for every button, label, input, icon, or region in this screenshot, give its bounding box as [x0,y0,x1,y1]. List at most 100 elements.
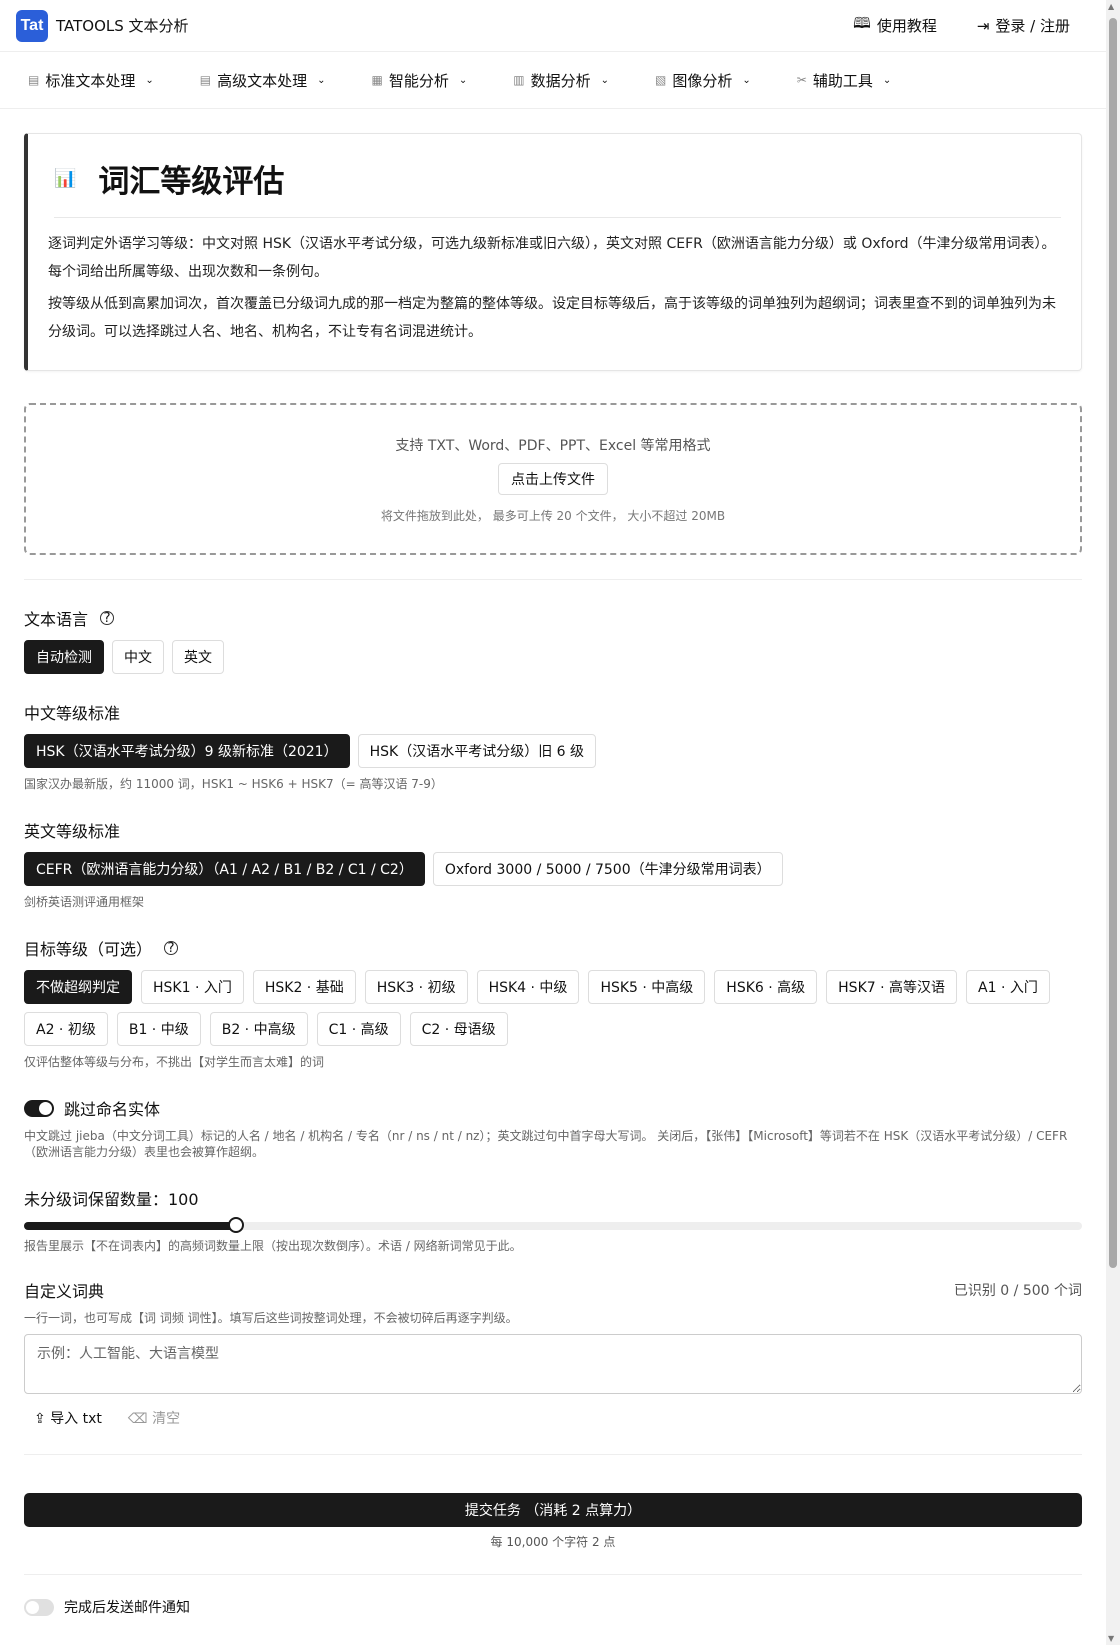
document-icon: ▤ [28,73,40,87]
zh-standard-option-hsk6[interactable]: HSK（汉语水平考试分级）旧 6 级 [357,734,596,768]
dict-header: 自定义词典 已识别 0 / 500 个词 [24,1278,1082,1302]
target-option[interactable]: 不做超纲判定 [24,970,132,1004]
upload-button[interactable]: 点击上传文件 [498,462,608,495]
intro-card: 📊 词汇等级评估 逐词判定外语学习等级：中文对照 HSK（汉语水平考试分级，可选… [24,133,1082,371]
zh-standard-option-hsk9[interactable]: HSK（汉语水平考试分级）9 级新标准（2021） [24,734,350,768]
en-standard-option-oxford[interactable]: Oxford 3000 / 5000 / 7500（牛津分级常用词表） [432,852,783,886]
language-option-zh[interactable]: 中文 [112,640,164,674]
chevron-down-icon: ⌄ [882,74,892,86]
mail-label: 完成后发送邮件通知 [64,1600,190,1616]
dict-actions: ⇪ 导入 txt ⌫ 清空 [34,1408,1082,1428]
language-option-auto[interactable]: 自动检测 [24,640,104,674]
intro-header: 📊 词汇等级评估 [54,156,1061,218]
mail-toggle[interactable] [24,1598,54,1616]
upload-hint: 将文件拖放到此处， 最多可上传 20 个文件， 大小不超过 20MB [380,508,726,523]
intro-paragraph-1: 逐词判定外语学习等级：中文对照 HSK（汉语水平考试分级，可选九级新标准或旧六级… [48,236,1056,280]
nav-tools[interactable]: ✂ 辅助工具 ⌄ [797,70,891,91]
book-icon: 🕮 [853,14,871,32]
nav-advanced-text[interactable]: ▤ 高级文本处理 ⌄ [200,70,326,91]
target-help: 仅评估整体等级与分布，不挑出【对学生而言太难】的词 [24,1055,325,1069]
submit-button[interactable]: 提交任务 （消耗 2 点算力） [24,1493,1082,1527]
target-option[interactable]: B1 · 中级 [116,1012,201,1046]
intro-paragraph-2: 按等级从低到高累加词次，首次覆盖已分级词九成的那一档定为整篇的整体等级。设定目标… [48,296,1056,340]
clear-button[interactable]: ⌫ 清空 [128,1408,180,1428]
target-option[interactable]: A2 · 初级 [24,1012,108,1046]
target-options: 不做超纲判定 HSK1 · 入门 HSK2 · 基础 HSK3 · 初级 HSK… [24,970,1082,1046]
language-option-en[interactable]: 英文 [172,640,224,674]
nav-label: 智能分析 [388,71,449,90]
target-option[interactable]: HSK7 · 高等汉语 [826,970,958,1004]
target-option[interactable]: HSK4 · 中级 [476,970,580,1004]
scroll-thumb[interactable] [1109,18,1117,1268]
divider [24,579,1082,580]
import-label: 导入 txt [50,1411,102,1427]
scroll-up-icon[interactable]: ▲ [1108,2,1114,11]
image-icon: ▧ [655,73,667,87]
tools-icon: ✂ [796,73,807,87]
clear-label: 清空 [152,1411,181,1427]
upload-icon: ⇪ [34,1411,46,1427]
target-option[interactable]: HSK5 · 中高级 [588,970,706,1004]
scroll-down-icon[interactable]: ▼ [1108,1634,1114,1643]
target-option[interactable]: B2 · 中高级 [209,1012,308,1046]
en-standard-option-cefr[interactable]: CEFR（欧洲语言能力分级）（A1 / A2 / B1 / B2 / C1 / … [24,852,425,886]
logo[interactable]: Tat [16,9,48,42]
target-option[interactable]: HSK2 · 基础 [252,970,356,1004]
help-icon[interactable]: ? [164,941,179,956]
en-standard-label: 英文等级标准 [24,822,121,841]
chevron-down-icon: ⌄ [458,74,468,86]
nav-label: 辅助工具 [812,71,873,90]
mail-toggle-row: 完成后发送邮件通知 [24,1597,1082,1617]
dict-label: 自定义词典 [24,1282,105,1301]
nav-smart-analysis[interactable]: ▦ 智能分析 ⌄ [372,70,468,91]
brand-name[interactable]: TATOOLS 文本分析 [56,15,189,36]
target-option[interactable]: HSK3 · 初级 [364,970,468,1004]
page-scrollbar[interactable]: ▲ ▼ [1106,0,1120,1645]
en-standard-help: 剑桥英语测评通用框架 [24,895,145,909]
ner-toggle-row: 跳过命名实体 [24,1096,1082,1120]
upload-formats: 支持 TXT、Word、PDF、PPT、Excel 等常用格式 [395,437,711,454]
zh-standard-options: HSK（汉语水平考试分级）9 级新标准（2021） HSK（汉语水平考试分级）旧… [24,734,1082,768]
nav-data-analysis[interactable]: ▥ 数据分析 ⌄ [513,70,609,91]
zh-standard-help: 国家汉办最新版，约 11000 词，HSK1 ~ HSK6 + HSK7（= 高… [24,777,443,791]
page-title: 词汇等级评估 [98,164,285,200]
document-search-icon: ▤ [199,73,212,87]
ner-toggle[interactable] [24,1099,54,1117]
ner-label: 跳过命名实体 [64,1100,161,1119]
target-label: 目标等级（可选） ? [24,936,1082,960]
target-label-text: 目标等级（可选） [24,940,153,959]
chart-icon: ▥ [513,73,525,87]
page: Tat TATOOLS 文本分析 🕮 使用教程 ⇥ 登录 / 注册 ▤ 标准文本… [0,0,1106,1617]
language-options: 自动检测 中文 英文 [24,640,1082,674]
bar-chart-icon: 📊 [54,168,77,189]
help-icon[interactable]: ? [100,611,115,626]
target-option[interactable]: C2 · 母语级 [409,1012,508,1046]
nav-label: 高级文本处理 [217,71,308,90]
unclassified-slider[interactable] [24,1217,1082,1233]
target-option[interactable]: C1 · 高级 [316,1012,401,1046]
dict-count: 已识别 0 / 500 个词 [953,1283,1082,1299]
chevron-down-icon: ⌄ [742,74,751,86]
nav-image-analysis[interactable]: ▧ 图像分析 ⌄ [655,70,751,91]
target-option[interactable]: HSK1 · 入门 [141,970,244,1004]
import-txt-button[interactable]: ⇪ 导入 txt [34,1408,102,1428]
login-link[interactable]: ⇥ 登录 / 注册 [977,13,1070,38]
target-option[interactable]: HSK6 · 高级 [714,970,818,1004]
zh-standard-label: 中文等级标准 [24,704,121,723]
chevron-down-icon: ⌄ [600,74,609,86]
en-standard-options: CEFR（欧洲语言能力分级）（A1 / A2 / B1 / B2 / C1 / … [24,852,1082,886]
unclassified-help: 报告里展示【不在词表内】的高频词数量上限（按出现次数倒序）。术语 / 网络新词常… [24,1239,522,1253]
tutorial-link[interactable]: 🕮 使用教程 [853,13,937,38]
language-label-text: 文本语言 [24,610,89,629]
dict-input[interactable] [24,1334,1082,1394]
eraser-icon: ⌫ [127,1411,148,1427]
chevron-down-icon: ⌄ [145,74,154,86]
file-dropzone[interactable]: 支持 TXT、Word、PDF、PPT、Excel 等常用格式 点击上传文件 将… [24,403,1082,555]
dict-help: 一行一词，也可写成【词 词频 词性】。填写后这些词按整词处理，不会被切碎后再逐字… [24,1311,518,1325]
nav-standard-text[interactable]: ▤ 标准文本处理 ⌄ [28,70,154,91]
login-label: 登录 / 注册 [995,17,1070,35]
target-option[interactable]: A1 · 入门 [966,970,1050,1004]
slider-handle[interactable] [227,1217,244,1233]
main-nav: ▤ 标准文本处理 ⌄ ▤ 高级文本处理 ⌄ ▦ 智能分析 ⌄ ▥ 数据分析 ⌄ … [0,52,1106,109]
top-actions: 🕮 使用教程 ⇥ 登录 / 注册 [853,13,1090,38]
